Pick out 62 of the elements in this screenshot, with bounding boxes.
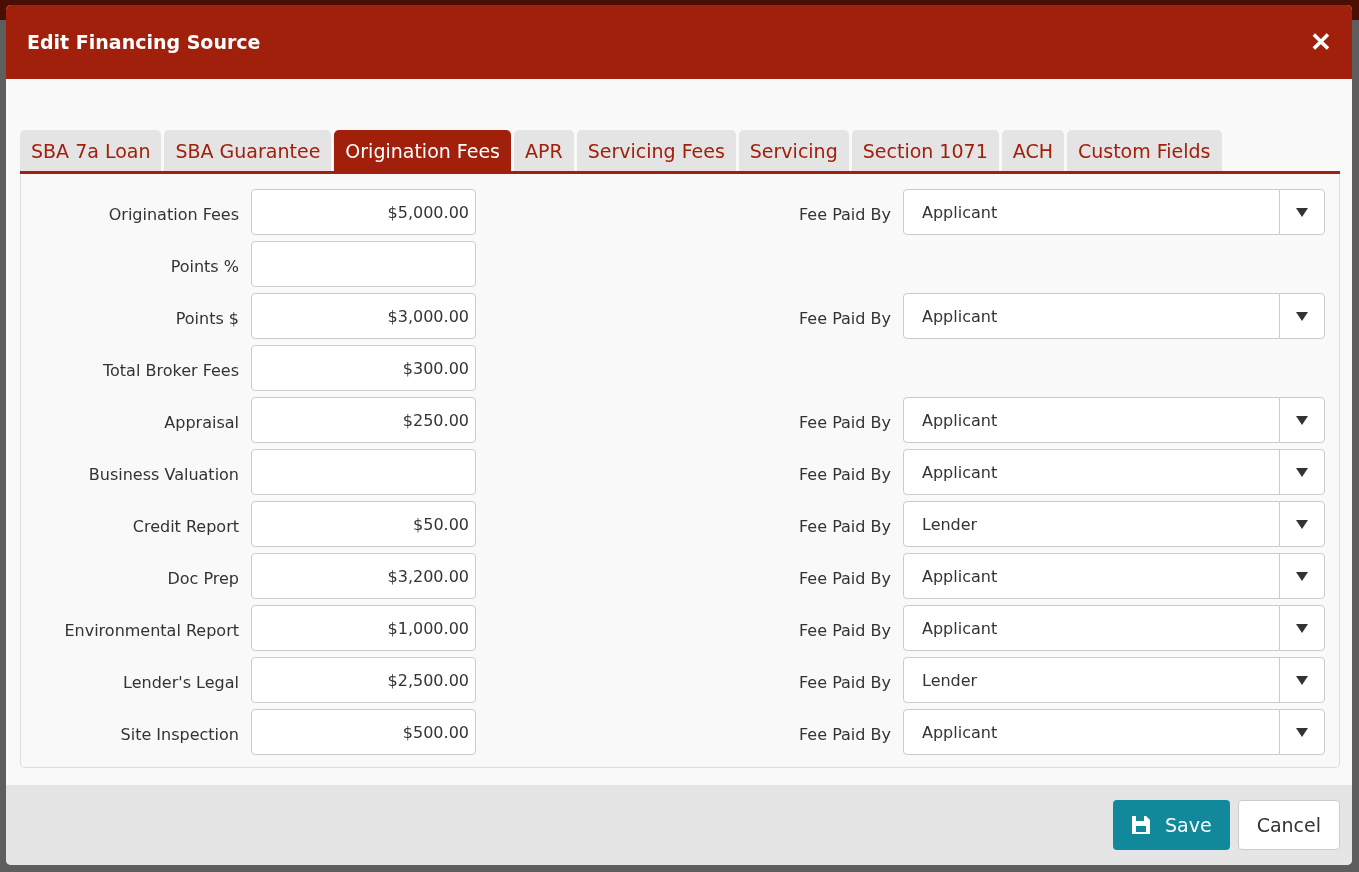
input-field[interactable]: $5,000.00 [251,189,476,235]
select-field[interactable]: Applicant [903,605,1325,651]
tab[interactable]: Servicing Fees [576,130,736,171]
save-button[interactable]: Save [1113,800,1230,850]
caret-icon [1296,727,1308,737]
select-field[interactable]: Applicant [903,709,1325,755]
caret-icon [1296,675,1308,685]
input-field[interactable]: $250.00 [251,397,476,443]
field-label: Fee Paid By [798,619,891,640]
input-field[interactable]: $300.00 [251,345,476,391]
field-label: Fee Paid By [798,671,891,692]
field-label: Lender's Legal [122,671,239,692]
field-label: Business Valuation [87,463,239,484]
tab[interactable]: Servicing [738,130,849,171]
field-label: Points $ [174,307,239,328]
tab[interactable]: SBA 7a Loan [20,130,162,171]
caret-icon [1296,519,1308,529]
caret-icon [1296,571,1308,581]
input-field[interactable]: $500.00 [251,709,476,755]
select-field[interactable]: Applicant [903,293,1325,339]
select-field[interactable]: Applicant [903,189,1325,235]
field-label: Fee Paid By [798,515,891,536]
input-field[interactable]: $3,000.00 [251,293,476,339]
input-field[interactable]: $3,200.00 [251,553,476,599]
tab[interactable]: ACH [1001,130,1064,171]
input-field[interactable] [251,241,476,287]
field-label: Fee Paid By [798,723,891,744]
field-label: Fee Paid By [798,307,891,328]
field-label: Fee Paid By [798,463,891,484]
input-field[interactable]: $2,500.00 [251,657,476,703]
tab[interactable]: Origination Fees [334,130,511,171]
caret-icon [1296,311,1308,321]
input-field[interactable] [251,449,476,495]
field-label: Fee Paid By [798,203,891,224]
field-label: Origination Fees [107,203,239,224]
select-field[interactable]: Lender [903,501,1325,547]
field-label: Environmental Report [63,619,239,640]
input-field[interactable]: $1,000.00 [251,605,476,651]
select-field[interactable]: Applicant [903,553,1325,599]
tab[interactable]: Custom Fields [1066,130,1222,171]
caret-icon [1296,415,1308,425]
tab[interactable]: SBA Guarantee [164,130,332,171]
caret-icon [1296,623,1308,633]
field-label: Credit Report [131,515,239,536]
caret-icon [1296,207,1308,217]
select-field[interactable]: Applicant [903,397,1325,443]
caret-icon [1296,467,1308,477]
cancel-button[interactable]: Cancel [1237,800,1340,850]
input-field[interactable]: $50.00 [251,501,476,547]
field-label: Fee Paid By [798,411,891,432]
field-label: Appraisal [163,411,239,432]
field-label: Fee Paid By [798,567,891,588]
tab[interactable]: APR [514,130,574,171]
field-label: Points % [169,255,239,276]
field-label: Doc Prep [166,567,239,588]
close-button[interactable]: ✕ [1310,26,1332,58]
field-label: Total Broker Fees [102,359,239,380]
tab[interactable]: Section 1071 [851,130,999,171]
dialog-title: Edit Financing Source [27,31,261,53]
field-label: Site Inspection [119,723,239,744]
select-field[interactable]: Applicant [903,449,1325,495]
select-field[interactable]: Lender [903,657,1325,703]
